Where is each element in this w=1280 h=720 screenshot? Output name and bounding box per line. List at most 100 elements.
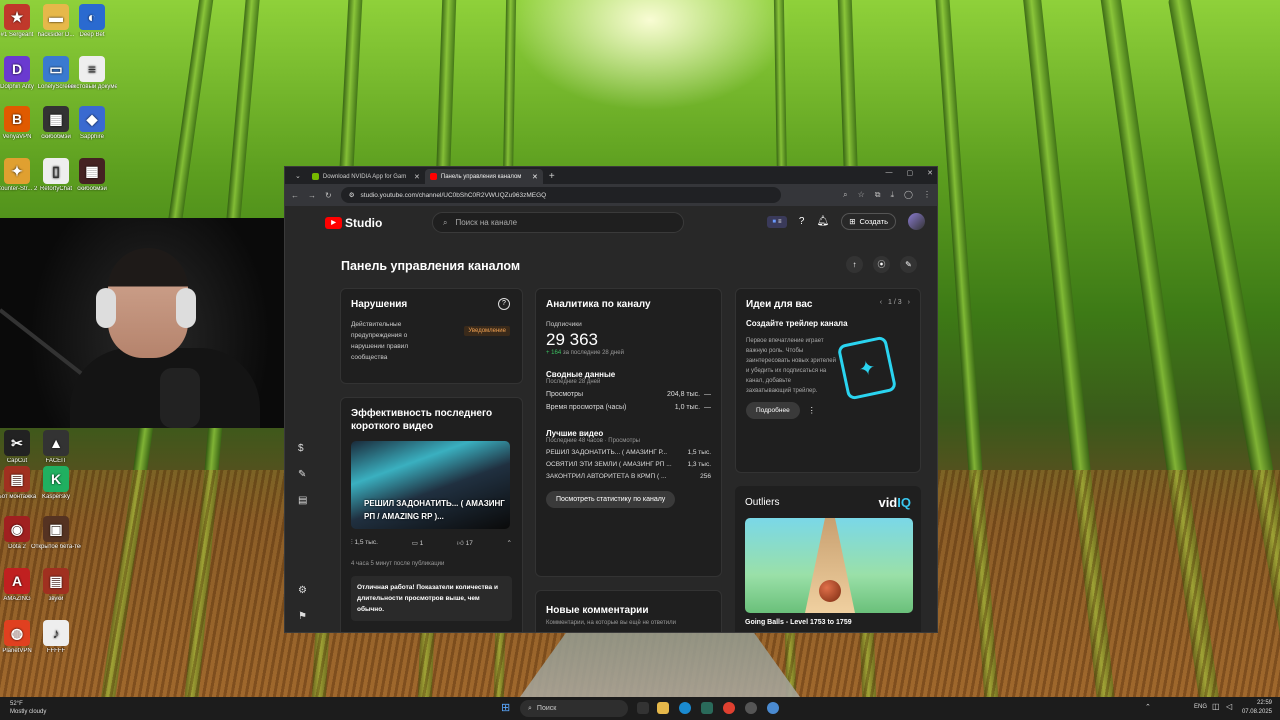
desktop-icon[interactable]: ▤ звуки: [31, 568, 81, 603]
studio-logo[interactable]: ▶ Studio: [325, 216, 382, 230]
comments-subtitle: Комментарии, на которые вы ещё не ответи…: [546, 620, 676, 626]
desktop-icon-label: скибобмэй: [77, 186, 107, 192]
feedback-icon[interactable]: ⚑: [298, 611, 307, 622]
desktop-icon[interactable]: ▦ скибобмэй: [67, 158, 117, 193]
profile-icon[interactable]: ◯: [904, 190, 913, 200]
help-icon[interactable]: ?: [498, 298, 510, 310]
create-button[interactable]: ⊞ Создать: [841, 213, 896, 230]
clock-date: 07.08.2025: [1241, 709, 1272, 715]
sidebar: $ ✎ ▤ ⚙ ⚑: [285, 239, 323, 632]
explorer-icon[interactable]: [657, 702, 669, 714]
thumbnail-caption: РЕШИЛ ЗАДОНАТИТЬ... ( АМАЗИНГ РП / AMAZI…: [364, 499, 505, 521]
comments-title: Новые комментарии: [546, 605, 649, 616]
desktop-icon-label: звуки: [48, 596, 64, 602]
help-icon[interactable]: ?: [799, 216, 805, 227]
tray-chevron-icon[interactable]: ⌃: [1145, 703, 1151, 711]
customization-icon[interactable]: ✎: [298, 469, 306, 480]
top-video-views: 256: [700, 473, 711, 480]
studio-filter-icon[interactable]: ■ ≡: [766, 215, 787, 228]
avatar[interactable]: [908, 213, 925, 230]
desktop-icon[interactable]: ◐ Deep Bet: [67, 4, 117, 39]
desktop-icon[interactable]: ▣ Открытое бета-тестир...: [31, 516, 81, 551]
chevron-up-icon[interactable]: ⌃: [507, 539, 512, 547]
desktop-icon[interactable]: ♪ FFFFF: [31, 620, 81, 655]
new-tab-button[interactable]: +: [543, 169, 561, 184]
app-icon: ≡: [79, 56, 105, 82]
edge-icon[interactable]: [679, 702, 691, 714]
top-video-row[interactable]: ОСВЯТИЛ ЭТИ ЗЕМЛИ ( АМАЗИНГ РП ... 1,3 ты…: [546, 461, 711, 468]
url-field[interactable]: ⚙ studio.youtube.com/channel/UC0bShC0R2V…: [340, 187, 781, 203]
task-view-icon[interactable]: [637, 702, 649, 714]
analytics-card: Аналитика по каналу Подписчики 29 363 + …: [535, 288, 722, 577]
top-video-row[interactable]: РЕШИЛ ЗАДОНАТИТЬ... ( АМАЗИНГ Р... 1,5 ты…: [546, 449, 711, 456]
search-input[interactable]: ⌕ Поиск на канале: [432, 212, 684, 233]
subs-label: Подписчики: [546, 321, 582, 328]
create-label: Создать: [859, 217, 888, 226]
outlier-thumbnail[interactable]: [745, 518, 913, 613]
settings-icon[interactable]: ⚙: [298, 585, 307, 596]
app-icon: ✦: [4, 158, 30, 184]
short-title: Эффективность последнего короткого видео: [351, 408, 493, 432]
app-icon: ◍: [4, 620, 30, 646]
language-indicator[interactable]: ENG: [1194, 704, 1207, 710]
desktop-icon[interactable]: ▲ FACEIT: [31, 430, 81, 465]
outliers-card: Outliers vidIQ Going Balls - Level 1753 …: [735, 486, 921, 632]
chevron-left-icon[interactable]: ‹: [880, 299, 882, 306]
ideas-card: Идеи для вас ‹ 1 / 3 › Создайте трейлер …: [735, 288, 921, 473]
upload-icon[interactable]: ↑: [846, 256, 863, 273]
top-video-title: РЕШИЛ ЗАДОНАТИТЬ... ( АМАЗИНГ Р...: [546, 449, 668, 456]
desktop-icon-label: Deep Bet: [79, 32, 105, 38]
more-icon[interactable]: ⋮: [808, 406, 816, 415]
app-icon: ▭: [43, 56, 69, 82]
comments-card: Новые комментарии Комментарии, на которы…: [535, 590, 722, 632]
video-thumbnail[interactable]: РЕШИЛ ЗАДОНАТИТЬ... ( АМАЗИНГ РП / AMAZI…: [351, 441, 510, 529]
site-info-icon[interactable]: ⚙: [349, 191, 355, 199]
close-icon[interactable]: ✕: [532, 173, 538, 181]
post-icon[interactable]: ✎: [900, 256, 917, 273]
bookmark-star-icon[interactable]: ☆: [858, 190, 865, 200]
clock[interactable]: 22:59 07.08.2025: [1242, 699, 1272, 717]
monetization-icon[interactable]: $: [298, 443, 304, 454]
tab-search-icon[interactable]: ⌄: [289, 169, 307, 184]
taskbar-search[interactable]: ⌕ Поиск: [520, 700, 628, 717]
maximize-icon[interactable]: ▢: [907, 169, 914, 177]
desktop-icon[interactable]: ◆ Sapphire: [67, 106, 117, 141]
windows-start-icon[interactable]: ⊞: [501, 701, 510, 714]
forward-icon[interactable]: →: [308, 191, 316, 200]
download-icon[interactable]: ⤓: [891, 190, 895, 200]
tab-studio[interactable]: Панель управления каналом ✕: [424, 169, 543, 184]
chevron-right-icon[interactable]: ›: [908, 299, 910, 306]
chrome-icon[interactable]: [723, 702, 735, 714]
top-video-row[interactable]: ЗАКОНТРИЛ АВТОРИТЕТА В КРМП ( ... 256: [546, 473, 711, 480]
bell-icon[interactable]: 🔔︎: [816, 216, 829, 227]
network-icon[interactable]: ◫: [1212, 702, 1220, 711]
menu-icon[interactable]: ⋮: [923, 190, 931, 200]
summary-label: Просмотры: [546, 391, 583, 398]
close-window-icon[interactable]: ✕: [927, 169, 933, 177]
tab-nvidia[interactable]: Download NVIDIA App for Gam ✕: [307, 169, 425, 184]
weather-widget[interactable]: 52°F Mostly cloudy: [10, 700, 46, 716]
close-icon[interactable]: ✕: [414, 173, 420, 181]
live-icon[interactable]: ⦿: [873, 256, 890, 273]
audio-library-icon[interactable]: ▤: [298, 495, 307, 506]
back-icon[interactable]: ←: [291, 191, 299, 200]
channel-stats-button[interactable]: Посмотреть статистику по каналу: [546, 491, 676, 508]
app-icon: ◐: [79, 4, 105, 30]
logo-text: Studio: [345, 215, 383, 230]
desktop-icon[interactable]: K Kaspersky: [31, 466, 81, 501]
app-icon: ✂: [4, 430, 30, 456]
app-icon[interactable]: [767, 702, 779, 714]
desktop-icon[interactable]: ≡ Текстовый документ (2): [67, 56, 117, 91]
app-icon[interactable]: [745, 702, 757, 714]
extensions-icon[interactable]: ⧉: [875, 190, 881, 200]
reload-icon[interactable]: ↻: [325, 191, 332, 200]
outlier-video-title[interactable]: Going Balls - Level 1753 to 1759: [745, 619, 911, 626]
app-icon: ◉: [4, 516, 30, 542]
minimize-icon[interactable]: —: [886, 169, 893, 177]
zoom-icon[interactable]: ⌕: [843, 190, 847, 200]
learn-more-button[interactable]: Подробнее: [746, 402, 800, 419]
desktop-icon-label: Sapphire: [79, 134, 105, 140]
app-icon[interactable]: [701, 702, 713, 714]
weather-temp: 52°F: [10, 701, 23, 707]
volume-icon[interactable]: ◁: [1226, 702, 1232, 711]
